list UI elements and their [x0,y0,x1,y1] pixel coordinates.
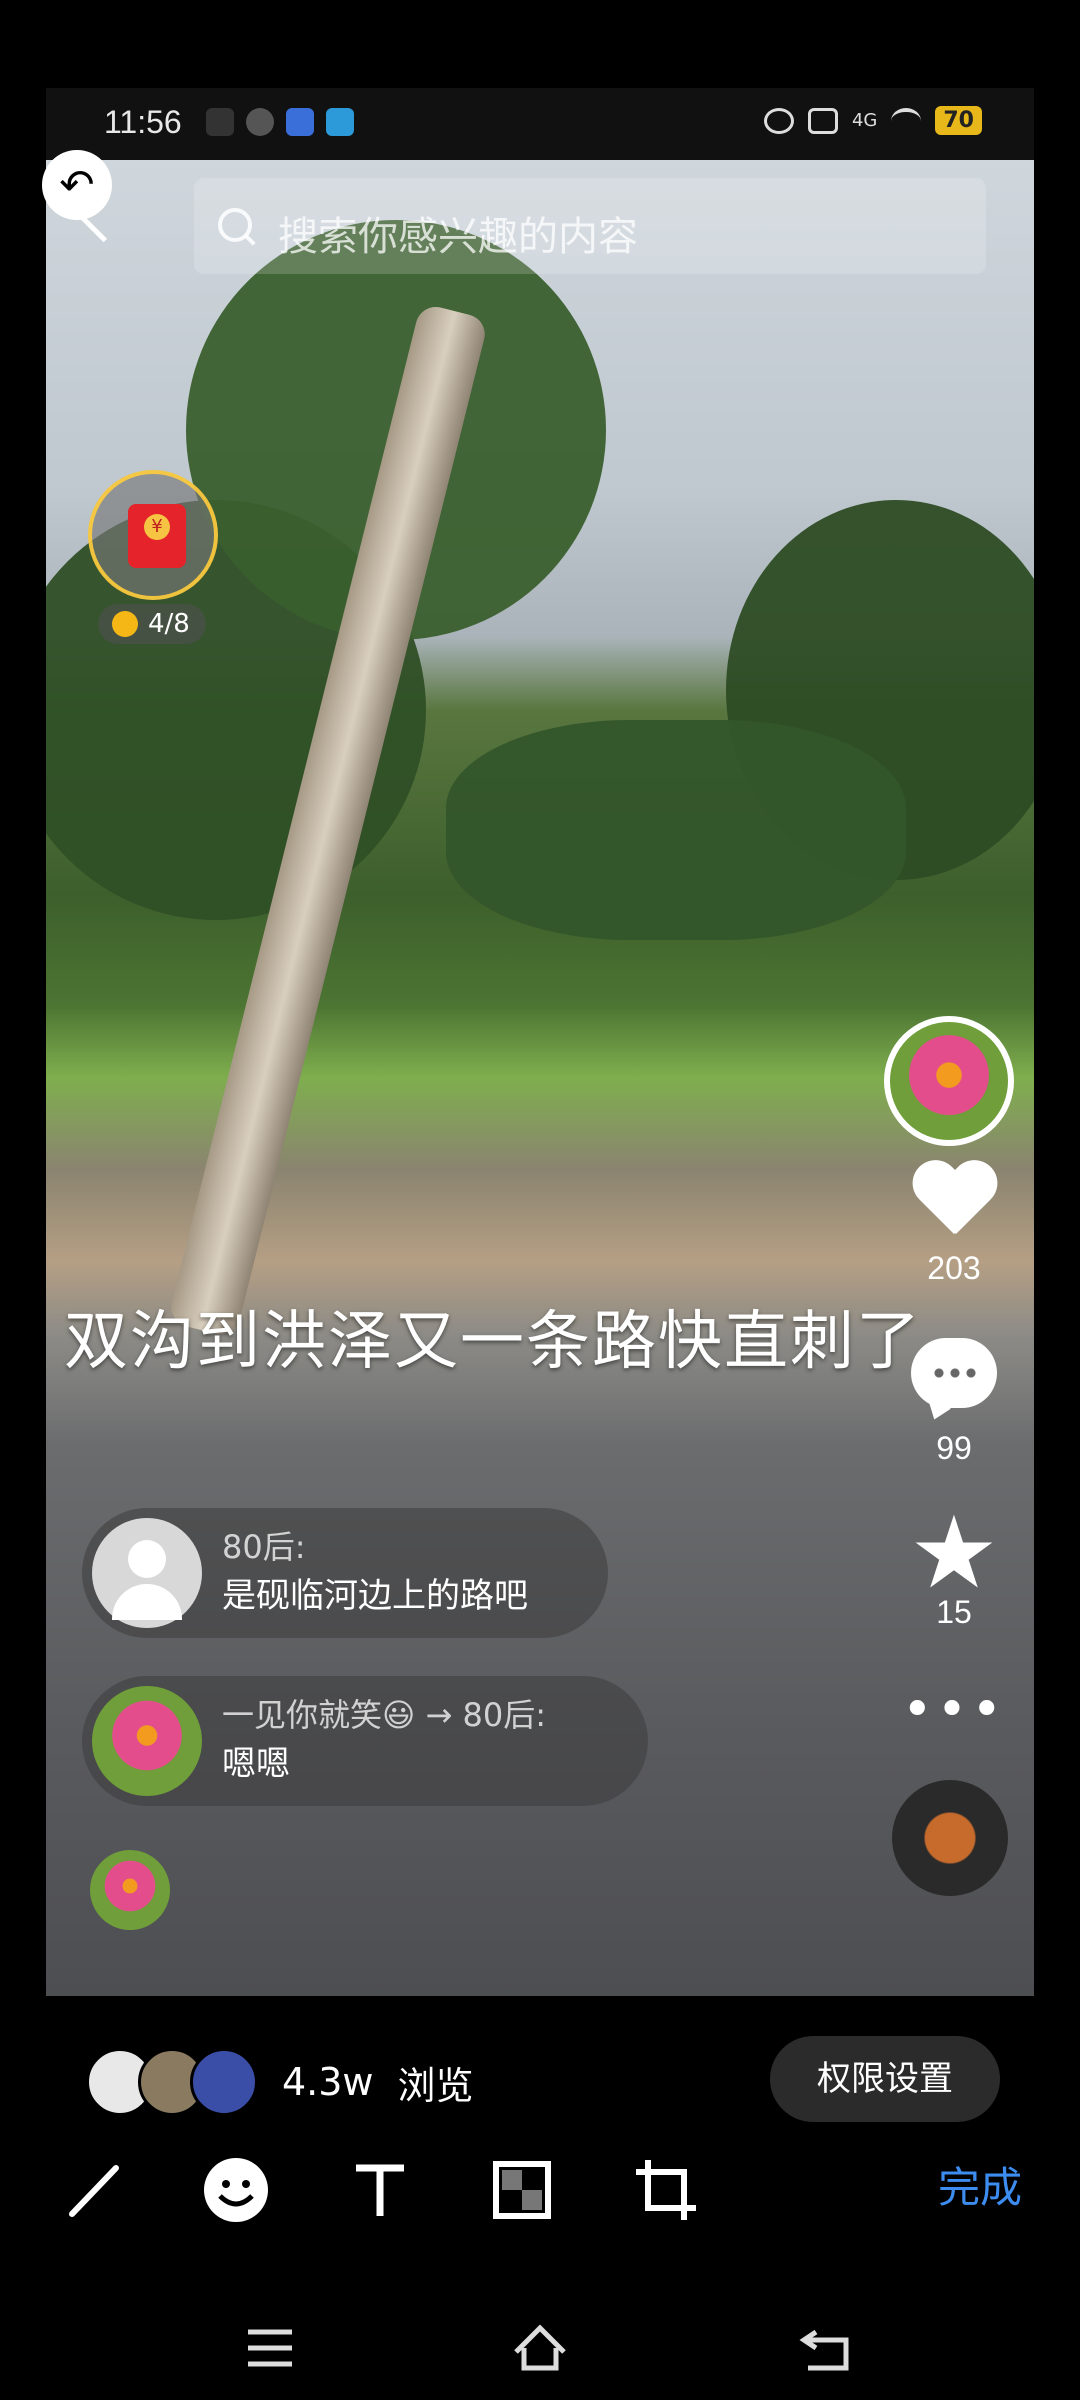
system-nav-bar [0,2300,1080,2400]
comment-bubble[interactable]: 80后: 是砚临河边上的路吧 [82,1508,608,1638]
red-packet-progress: 4/8 [98,604,206,644]
battery-indicator: 70 [935,106,982,135]
status-time: 11:56 [104,104,182,140]
red-packet-progress-text: 4/8 [148,609,190,639]
avatar [92,1518,202,1628]
comment-author: 一见你就笑😃 → 80后: [222,1696,547,1734]
app-icon [246,108,274,136]
like-count: 203 [927,1250,981,1286]
crop-icon[interactable] [626,2150,706,2230]
more-icon[interactable]: ••• [884,1680,1024,1740]
network-label: 4G [851,110,878,131]
video-caption: 双沟到洪泽又一条路快直刺了 [64,1305,922,1379]
comment-count: 99 [936,1430,972,1466]
home-icon[interactable] [510,2318,570,2378]
viewers: 4.3w 浏览 [86,2048,474,2116]
avatar[interactable] [90,1850,170,1930]
comment-author: 80后: [222,1528,306,1566]
viewer-avatar [190,2048,258,2116]
red-envelope-icon [128,504,186,568]
comment-action[interactable]: 99 [884,1338,1024,1467]
wifi-icon [891,107,922,134]
comment-icon[interactable] [911,1338,997,1408]
pen-icon[interactable] [56,2150,136,2230]
search-placeholder: 搜索你感兴趣的内容 [278,214,638,260]
comment-text: 嗯嗯 [222,1744,290,1784]
search-icon [218,208,252,242]
favorite-count: 15 [936,1594,972,1630]
like-action[interactable]: 203 [884,1162,1024,1287]
more-action[interactable]: ••• [884,1680,1024,1740]
music-disc[interactable] [892,1780,1008,1896]
menu-icon[interactable] [240,2318,300,2378]
done-button[interactable]: 完成 [938,2154,1022,2215]
system-icons: 4G 70 [763,106,982,135]
comment-bubble[interactable]: 一见你就笑😃 → 80后: 嗯嗯 [82,1676,648,1806]
star-icon[interactable]: ★ [884,1503,1024,1603]
text-icon[interactable] [340,2150,420,2230]
undo-icon[interactable]: ↶ [42,150,112,220]
alarm-icon [763,107,794,134]
tv-icon [286,108,314,136]
screenshot-frame: 11:56 4G 70 搜索你感兴趣的内容 ¥ 4/8 双沟到洪泽又一条路快直刺… [46,88,1034,1996]
hd-icon [807,107,838,134]
search-bar[interactable]: 搜索你感兴趣的内容 [194,178,986,274]
tree-foliage [446,720,906,940]
back-nav-icon[interactable] [796,2318,856,2378]
author-avatar[interactable] [884,1016,1014,1146]
permission-button[interactable]: 权限设置 [770,2036,1000,2122]
edit-toolbar [0,2140,1080,2240]
red-packet-button[interactable] [88,470,218,600]
tiktok-icon [206,108,234,136]
status-bar: 11:56 4G 70 [46,88,1034,160]
view-count: 4.3w [282,2060,374,2104]
emoji-icon[interactable] [196,2150,276,2230]
avatar [92,1686,202,1796]
video-player[interactable]: 搜索你感兴趣的内容 4/8 双沟到洪泽又一条路快直刺了 203 99 ★ 15 … [46,160,1034,1996]
notification-icons [206,108,354,136]
coin-icon [112,611,138,637]
favorite-action[interactable]: ★ 15 [884,1503,1024,1631]
comment-text: 是砚临河边上的路吧 [222,1576,528,1616]
view-label: 浏览 [397,2063,474,2108]
mosaic-icon[interactable] [482,2150,562,2230]
camera-app-icon [326,108,354,136]
heart-icon[interactable] [910,1162,998,1242]
